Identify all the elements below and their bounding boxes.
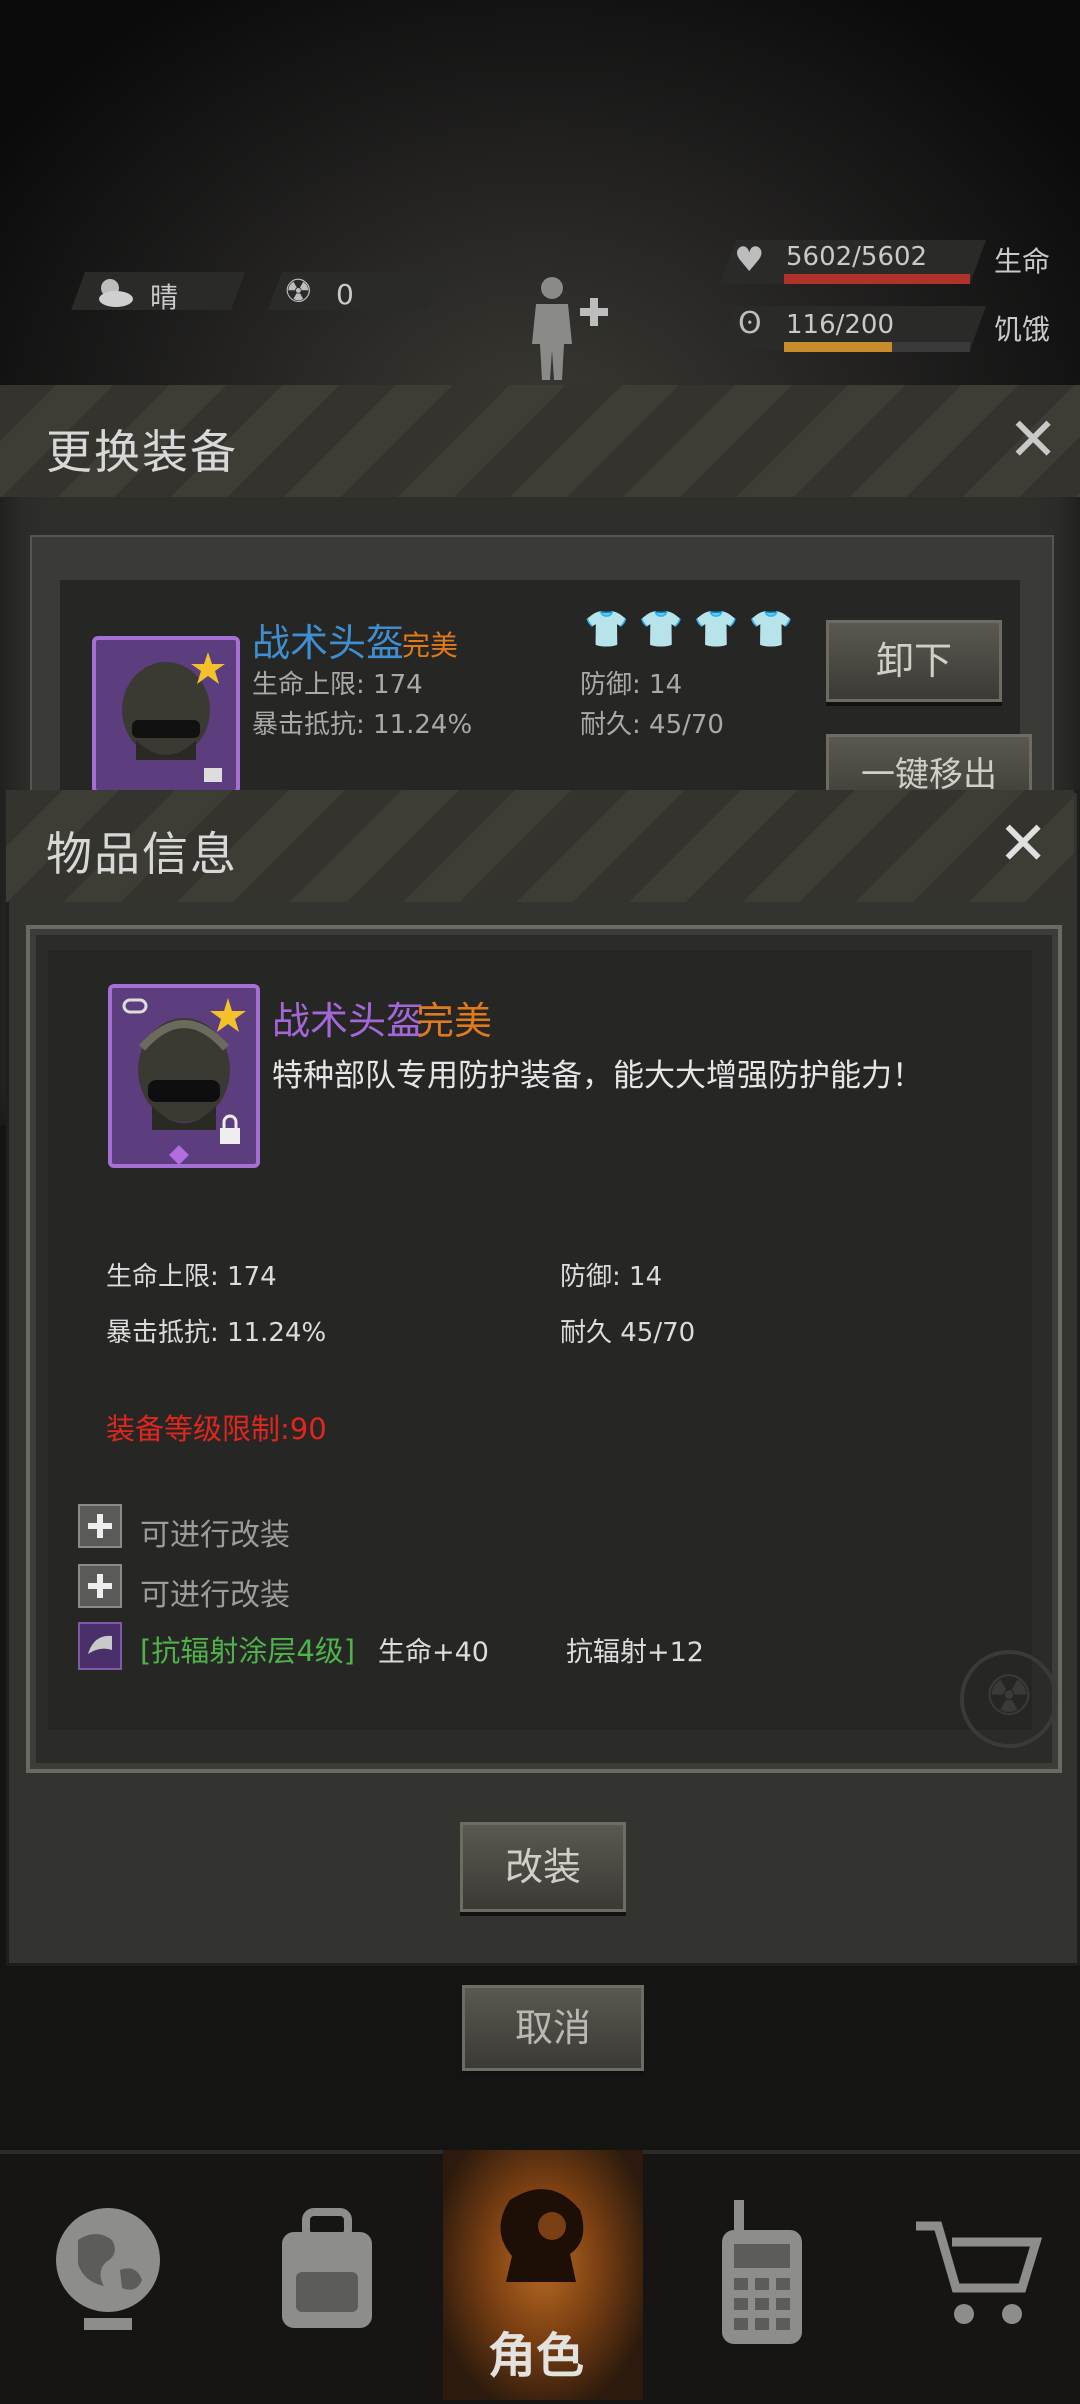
equipped-stat-crit: 暴击抵抗: 11.24% <box>252 710 473 740</box>
character-icon[interactable] <box>470 2180 610 2314</box>
level-requirement: 装备等级限制:90 <box>106 1412 327 1446</box>
body-status-icon[interactable] <box>520 272 620 386</box>
stat-durability: 耐久 45/70 <box>560 1318 696 1348</box>
cancel-button[interactable]: 取消 <box>462 1985 644 2071</box>
hunger-value: 116/200 <box>786 310 895 340</box>
mod-slot-2[interactable] <box>78 1564 122 1608</box>
radio-icon[interactable] <box>712 2200 812 2354</box>
backpack-icon[interactable] <box>262 2206 392 2340</box>
weather-text: 晴 <box>150 281 179 314</box>
mod-slot-2-label: 可进行改装 <box>140 1578 290 1613</box>
installed-mod-bonus-rad: 抗辐射+12 <box>566 1637 704 1668</box>
world-map-icon[interactable] <box>48 2200 168 2344</box>
hunger-bar-fill <box>784 342 892 352</box>
equipped-stat-dur: 耐久: 45/70 <box>580 710 724 740</box>
modify-button[interactable]: 改装 <box>460 1822 626 1912</box>
item-name: 战术头盔 <box>272 999 425 1043</box>
mod-slot-1[interactable] <box>78 1504 122 1548</box>
shop-cart-icon[interactable] <box>912 2216 1043 2340</box>
equipped-item-name: 战术头盔 <box>252 621 405 665</box>
hunger-label: 饥饿 <box>994 313 1051 346</box>
hunger-bar <box>784 342 970 352</box>
weather-icon <box>92 272 136 314</box>
hp-bar <box>784 274 970 284</box>
shirt-slot-icons: 👕👕👕👕 <box>584 609 804 650</box>
equipped-stat-hp: 生命上限: 174 <box>252 670 423 700</box>
heart-icon: ♥ <box>734 240 765 280</box>
item-icon <box>108 984 260 1168</box>
item-description: 特种部队专用防护装备，能大大增强防护能力！ <box>272 1058 923 1094</box>
item-quality: 完美 <box>416 999 493 1043</box>
nav-character-label[interactable]: 角色 <box>488 2316 584 2386</box>
stat-crit: 暴击抵抗: 11.24% <box>106 1318 327 1348</box>
stat-hp: 生命上限: 174 <box>106 1262 277 1292</box>
radiation-watermark-icon: ☢ <box>960 1650 1058 1748</box>
change-equipment-title: 更换装备 <box>46 425 238 479</box>
hp-bar-fill <box>784 274 970 284</box>
installed-mod-name: [抗辐射涂层4级] <box>140 1634 356 1668</box>
radiation-icon: ☢ <box>284 272 313 310</box>
mod-slot-1-label: 可进行改装 <box>140 1518 290 1553</box>
unequip-button[interactable]: 卸下 <box>826 620 1002 702</box>
equipped-item-quality: 完美 <box>402 629 459 662</box>
hp-label: 生命 <box>994 245 1051 278</box>
hp-value: 5602/5602 <box>786 242 928 272</box>
installed-mod-bonus-hp: 生命+40 <box>378 1637 489 1668</box>
equipped-stat-def: 防御: 14 <box>580 670 683 700</box>
equipped-item-icon[interactable] <box>92 636 240 794</box>
stat-def: 防御: 14 <box>560 1262 663 1292</box>
radiation-coating-icon[interactable] <box>78 1622 122 1670</box>
radiation-value: 0 <box>336 278 354 311</box>
stomach-icon: ʘ <box>738 306 762 341</box>
item-info-title: 物品信息 <box>46 827 238 881</box>
dialog-close-icon[interactable]: ✕ <box>998 814 1048 874</box>
close-icon[interactable]: ✕ <box>1008 410 1058 470</box>
